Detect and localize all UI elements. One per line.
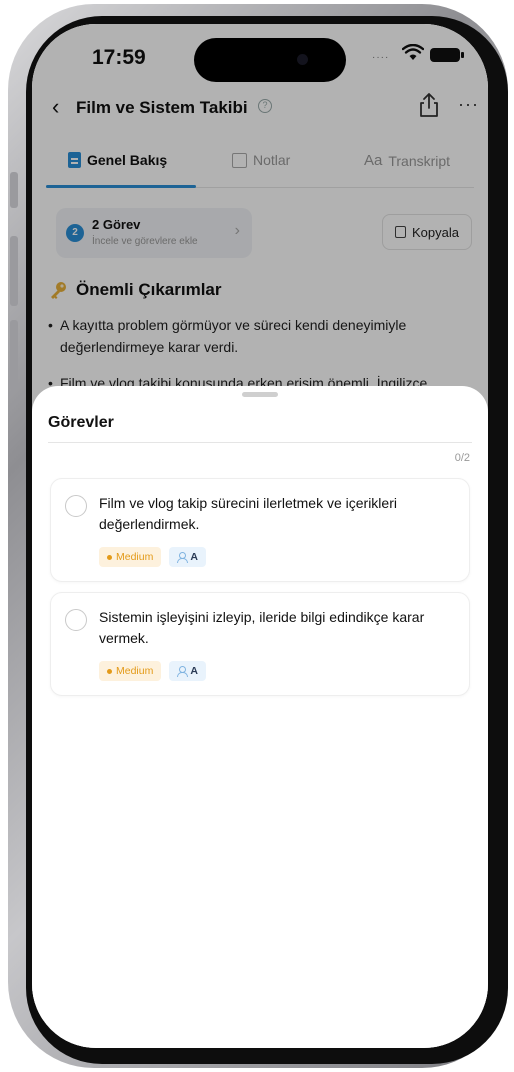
task-text: Sistemin işleyişini izleyip, ileride bil… [99,609,425,646]
task-item[interactable]: Sistemin işleyişini izleyip, ileride bil… [50,592,470,696]
volume-down-button [10,320,18,390]
priority-badge[interactable]: Medium [99,661,162,681]
person-icon [177,552,189,563]
priority-dot-icon [107,668,112,674]
sheet-grabber[interactable] [242,392,278,397]
completed-count: 0/2 [454,452,470,464]
task-text: Film ve vlog takip sürecini ilerletmek v… [99,495,397,532]
tasks-bottom-sheet: Görevler 0/2 Film ve vlog takip sürecini… [32,386,488,1048]
task-tags: Medium A [99,661,206,681]
task-tags: Medium A [99,547,206,567]
task-checkbox[interactable] [65,609,87,631]
assignee-badge[interactable]: A [169,661,206,681]
action-button [10,172,18,208]
task-item[interactable]: Film ve vlog takip sürecini ilerletmek v… [50,478,470,582]
priority-label: Medium [116,665,154,677]
task-checkbox[interactable] [65,495,87,517]
divider [48,442,472,443]
sheet-title: Görevler [48,414,114,431]
screen: 17:59 ···· ‹ Film ve Sistem Takibi ? ··· [32,24,488,1048]
priority-dot-icon [107,554,112,560]
assignee-label: A [190,551,198,563]
assignee-badge[interactable]: A [169,547,206,567]
volume-up-button [10,236,18,306]
assignee-label: A [190,665,198,677]
priority-badge[interactable]: Medium [99,547,162,567]
priority-label: Medium [116,551,154,563]
person-icon [177,666,189,677]
